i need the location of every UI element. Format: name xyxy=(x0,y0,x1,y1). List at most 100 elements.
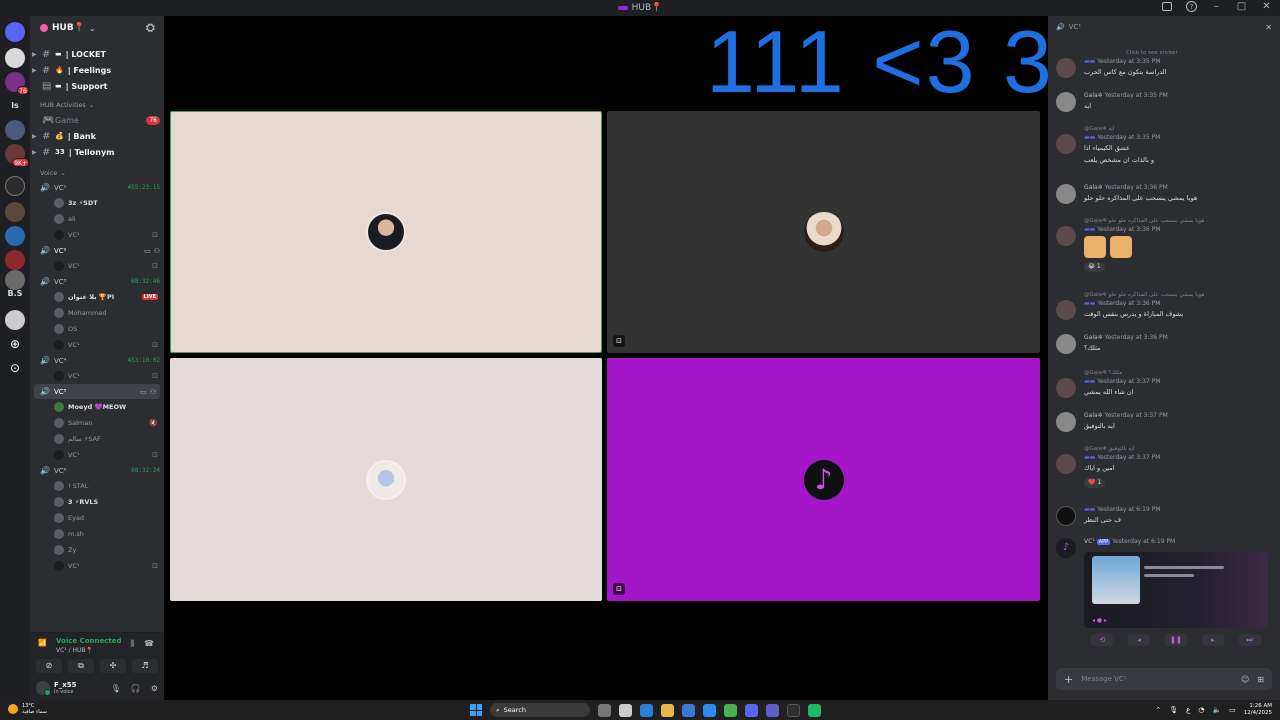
voice-member[interactable]: 3z ⚡SDT xyxy=(30,195,164,211)
close-icon[interactable]: ✕ xyxy=(1265,23,1272,32)
home-button[interactable] xyxy=(5,22,25,42)
screen-share-button[interactable]: ⧉ xyxy=(68,659,94,673)
voice-member[interactable]: VC¹ ⊡ xyxy=(30,258,164,274)
channel-item[interactable]: ▶ # 💰 | Bank xyxy=(30,128,164,144)
message-input[interactable]: Message VC¹ xyxy=(1081,675,1126,683)
server-icon[interactable] xyxy=(5,48,25,68)
loop-button[interactable]: ⟲ xyxy=(1091,634,1114,646)
voice-channel[interactable]: 🔊 VC³ 68:32:46 xyxy=(30,274,164,289)
pause-button[interactable]: ❚❚ xyxy=(1164,634,1187,646)
maximize-button[interactable]: □ xyxy=(1236,1,1247,12)
help-icon[interactable]: ? xyxy=(1186,1,1197,12)
voice-member[interactable]: m.sh xyxy=(30,526,164,542)
soundboard-button[interactable]: ♬ xyxy=(132,659,158,673)
close-window-button[interactable]: ✕ xyxy=(1261,1,1272,12)
message-composer[interactable]: + Message VC¹ ☺ ⊞ xyxy=(1056,668,1272,690)
sticker-image[interactable] xyxy=(1110,236,1132,258)
teams-icon[interactable] xyxy=(766,703,779,717)
discover-icon[interactable]: ⊙ xyxy=(5,358,25,378)
voice-member[interactable]: ali xyxy=(30,211,164,227)
discord-icon[interactable] xyxy=(745,703,758,717)
reply-preview[interactable]: @Gala✲ ايه xyxy=(1084,126,1114,132)
sticker-hint[interactable]: Click to see sticker xyxy=(1126,50,1178,56)
file-explorer-icon[interactable] xyxy=(661,703,674,717)
mail-icon[interactable] xyxy=(703,703,716,717)
server-icon[interactable] xyxy=(5,226,25,246)
server-header[interactable]: HUB📍 ⌄ ⛭ xyxy=(30,16,164,40)
edge-icon[interactable] xyxy=(640,703,653,717)
reply-preview[interactable]: @Gala✲ ايه بالتوفيق xyxy=(1084,446,1134,452)
server-icon[interactable]: B.S xyxy=(5,284,25,304)
voice-channel[interactable]: 🔊 VC⁶ 68:32:24 xyxy=(30,463,164,478)
channel-item[interactable]: ▶ #33 | Tellonym xyxy=(30,144,164,160)
video-tile-music-bot[interactable]: ♪ ⊡ xyxy=(607,358,1040,601)
store-icon[interactable] xyxy=(682,703,695,717)
headphones-icon[interactable]: 🎧 xyxy=(131,684,141,693)
battery-icon[interactable]: ▭ xyxy=(1229,706,1236,714)
windows-start-icon[interactable] xyxy=(470,704,482,716)
mic-icon[interactable]: 🎙 xyxy=(1169,706,1178,714)
server-icon[interactable] xyxy=(5,310,25,330)
voice-member[interactable]: Moeyd 💜MEOW xyxy=(30,399,164,415)
task-view-icon[interactable] xyxy=(619,703,632,717)
gear-icon[interactable]: ⚙ xyxy=(151,684,158,693)
voice-channel[interactable]: 🔊 VC² ▭ ⚇ xyxy=(30,243,164,258)
language-indicator[interactable]: ع xyxy=(1186,706,1190,714)
wifi-icon[interactable]: ◔ xyxy=(1198,706,1204,714)
channel-item[interactable]: ▶ # ▬ | LOCKET xyxy=(30,46,164,62)
emoji-icon[interactable]: ☺ xyxy=(1241,675,1249,684)
server-icon[interactable] xyxy=(5,250,25,270)
app-icon[interactable] xyxy=(808,703,821,717)
voice-member[interactable]: Eyad xyxy=(30,510,164,526)
reaction[interactable]: ❤️ 1 xyxy=(1084,478,1106,488)
server-icon[interactable] xyxy=(5,120,25,140)
voice-member[interactable]: VC¹ ⊡ xyxy=(30,447,164,463)
disconnect-icon[interactable]: ☎ xyxy=(144,639,154,649)
chat-icon[interactable]: ▭ xyxy=(140,388,147,396)
server-icon[interactable] xyxy=(5,202,25,222)
reaction[interactable]: 😭 1 xyxy=(1084,262,1105,272)
voice-member[interactable]: Mohammed xyxy=(30,305,164,321)
voice-channel[interactable]: 🔊 VC¹ 455:23:15 xyxy=(30,180,164,195)
voice-member[interactable]: Salman 🔇 xyxy=(30,415,164,431)
voice-channel-selected[interactable]: 🔊 VC⁵ ▭ ⚇ xyxy=(34,384,160,399)
server-icon[interactable]: 9K+ xyxy=(5,144,29,167)
voice-member[interactable]: VC¹ ⊡ xyxy=(30,368,164,384)
video-tile[interactable] xyxy=(170,358,602,601)
minimize-button[interactable]: – xyxy=(1211,1,1222,12)
reply-preview[interactable]: @Gala✲ هويا يمشي ينسحب على المذاكره حلو … xyxy=(1084,218,1204,224)
voice-member[interactable]: 3 ⚡RVLS xyxy=(30,494,164,510)
plus-icon[interactable]: + xyxy=(1064,673,1073,686)
chevron-up-icon[interactable]: ⌃ xyxy=(1155,706,1161,714)
voice-status[interactable]: Voice Connected xyxy=(56,637,122,645)
channel-item[interactable]: ▶ # 🔥 | Feelings xyxy=(30,62,164,78)
apps-icon[interactable]: ⊞ xyxy=(1257,675,1264,684)
channel-item[interactable]: 🎮 Game 76 xyxy=(30,112,164,128)
weather-widget[interactable]: 13°C سماء صافية xyxy=(8,703,47,715)
video-tile-speaking[interactable] xyxy=(170,111,602,353)
invite-icon[interactable]: ⚇ xyxy=(150,388,156,396)
chrome-icon[interactable] xyxy=(724,703,737,717)
voice-member[interactable]: VC¹ ⊡ xyxy=(30,227,164,243)
voice-member[interactable]: Zy xyxy=(30,542,164,558)
sticker-image[interactable] xyxy=(1084,236,1106,258)
reply-preview[interactable]: @Gala✲ هويا يمشي ينسحب على المذاكره حلو … xyxy=(1084,292,1204,298)
reply-preview[interactable]: @Gala✲ مثلك؟ xyxy=(1084,370,1122,376)
camera-off-button[interactable]: ⊘ xyxy=(36,659,62,673)
volume-up-button[interactable]: ▸ xyxy=(1201,634,1224,646)
volume-down-button[interactable]: ◂ xyxy=(1128,634,1151,646)
voice-member[interactable]: سالم ⚡SAF xyxy=(30,431,164,447)
channel-item[interactable]: ▤ ▬ | Support xyxy=(30,78,164,94)
server-icon[interactable] xyxy=(5,176,25,196)
skip-button[interactable]: ⏭ xyxy=(1238,634,1261,646)
server-icon[interactable]: 76 xyxy=(5,72,29,95)
category-hub-activities[interactable]: HUB Activities ⌄ xyxy=(30,98,164,112)
voice-member[interactable]: VC¹ ⊡ xyxy=(30,337,164,353)
voice-channel[interactable]: 🔊 VC⁴ 453:10:02 xyxy=(30,353,164,368)
voice-member[interactable]: VC¹ ⊡ xyxy=(30,558,164,574)
chat-icon[interactable]: ▭ xyxy=(144,247,151,255)
invite-icon[interactable]: ⛭ xyxy=(146,22,158,34)
search-box[interactable]: ⌕ Search xyxy=(490,703,590,717)
video-tile[interactable]: ⊡ xyxy=(607,111,1040,353)
invite-icon[interactable]: ⚇ xyxy=(154,247,160,255)
